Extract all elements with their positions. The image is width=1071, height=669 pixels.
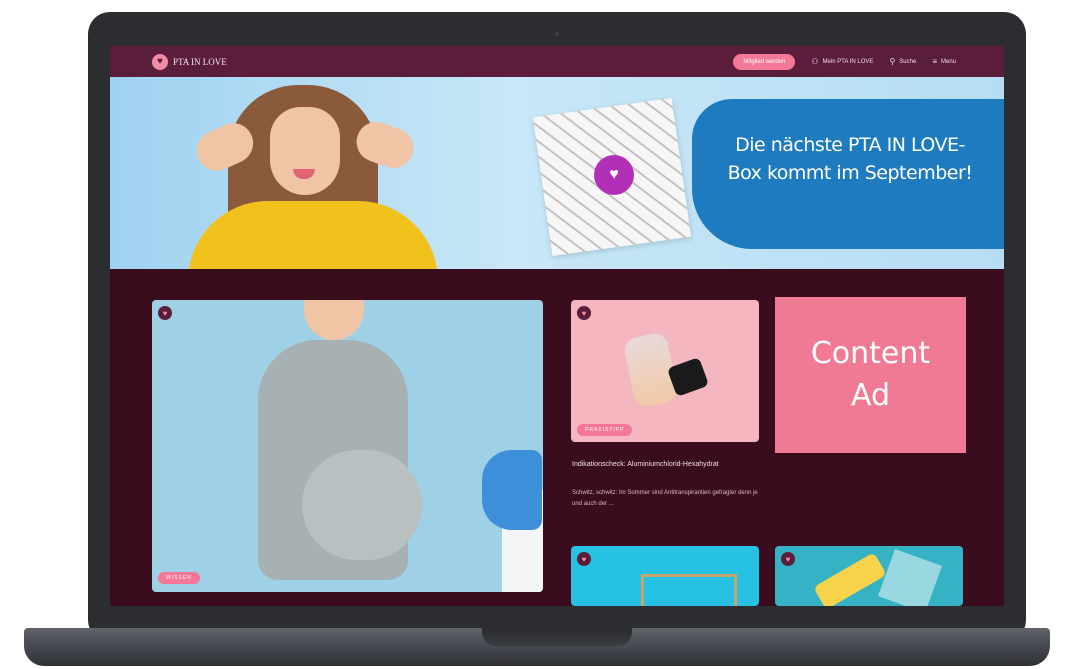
member-button[interactable]: Mitglied werden	[733, 53, 796, 70]
feature-tag[interactable]: WISSEN	[158, 572, 200, 584]
article-card-abacus[interactable]: ♥	[571, 546, 759, 606]
hero-woman-face	[270, 107, 340, 195]
menu-icon: ≡	[932, 57, 937, 66]
category-heart-icon: ♥	[577, 552, 591, 566]
search-icon: ⚲	[889, 57, 896, 66]
category-heart-icon: ♥	[781, 552, 795, 566]
ad-line1: Content	[810, 336, 931, 371]
top-nav: ♥ PTA IN LOVE Mitglied werden ⚇ Mein PTA…	[110, 46, 1004, 77]
card-image-abacus	[641, 574, 737, 606]
nav-actions: Mitglied werden ⚇ Mein PTA IN LOVE ⚲ Suc…	[733, 53, 956, 70]
nav-link-account[interactable]: ⚇ Mein PTA IN LOVE	[811, 57, 873, 66]
laptop-notch	[482, 628, 632, 646]
article-card-antiperspirant[interactable]: ♥ PRAXISTIPP	[571, 300, 759, 442]
nav-link-label: Suche	[899, 58, 917, 65]
card-image-tube	[813, 552, 887, 606]
user-icon: ⚇	[811, 57, 819, 66]
feature-article-card[interactable]: ♥ WISSEN	[152, 300, 543, 592]
content-ad[interactable]: Content Ad	[775, 297, 966, 453]
feature-image-face	[304, 300, 364, 340]
nav-link-menu[interactable]: ≡ Menu	[932, 57, 956, 66]
card-description: Schwitz, schwitz: Im Sommer sind Antitra…	[572, 490, 758, 507]
hero-headline-line1: Die nächste PTA IN LOVE-	[735, 134, 965, 156]
feature-image-belly	[302, 450, 422, 560]
card-tag[interactable]: PRAXISTIPP	[577, 424, 633, 436]
category-heart-icon: ♥	[158, 306, 172, 320]
heart-logo-icon: ♥	[152, 53, 168, 70]
hero-woman-shirt	[188, 201, 438, 269]
hero-banner[interactable]: ♥ Die nächste PTA IN LOVE- Box kommt im …	[110, 77, 1004, 269]
webcam	[555, 32, 559, 36]
nav-link-label: Menu	[940, 58, 956, 65]
nav-link-label: Mein PTA IN LOVE	[822, 58, 874, 65]
site-logo[interactable]: ♥ PTA IN LOVE	[152, 53, 227, 70]
nav-link-search[interactable]: ⚲ Suche	[889, 57, 916, 66]
box-heart-icon: ♥	[594, 155, 634, 195]
category-heart-icon: ♥	[577, 306, 591, 320]
card-title[interactable]: Indikationscheck: Aluminiumchlorid-Hexah…	[572, 459, 762, 471]
feature-image-glove	[482, 450, 542, 530]
article-card-cream[interactable]: ♥	[775, 546, 963, 606]
ad-line2: Ad	[850, 378, 891, 413]
logo-text: PTA IN LOVE	[173, 56, 227, 67]
hero-headline-line2: Box kommt im September!	[727, 162, 973, 184]
card-image-glass	[877, 548, 943, 606]
hero-headline: Die nächste PTA IN LOVE- Box kommt im Se…	[710, 131, 990, 187]
